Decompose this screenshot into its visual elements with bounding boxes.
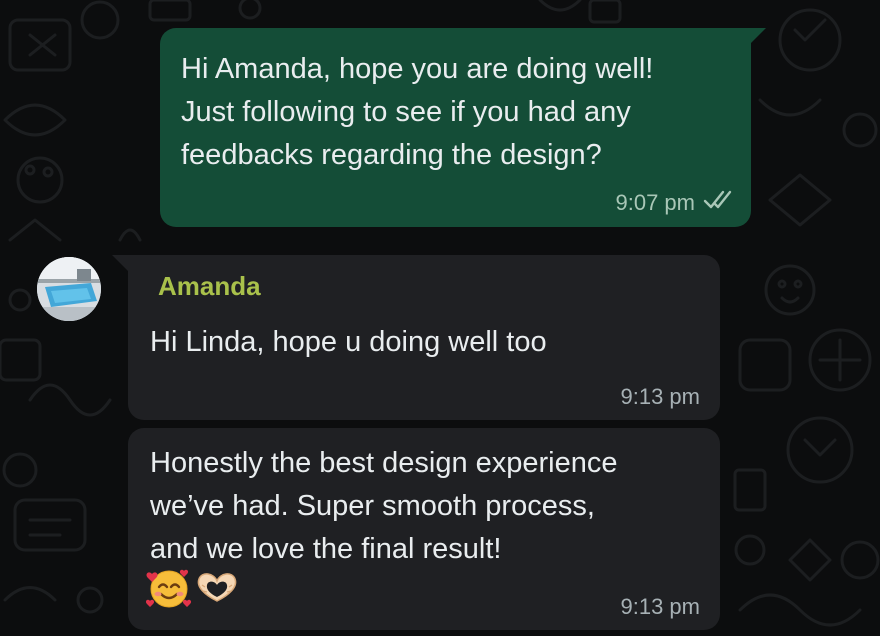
outgoing-message-bubble[interactable]: Hi Amanda, hope you are doing well! Just… (160, 28, 751, 227)
outgoing-bubble-tail (750, 28, 766, 44)
incoming-message-bubble[interactable]: Amanda Hi Linda, hope u doing well too 9… (128, 255, 720, 420)
smiling-face-with-hearts-emoji (145, 565, 192, 616)
message-meta: 9:07 pm (616, 190, 734, 216)
incoming-bubble-tail (112, 255, 128, 271)
message-timestamp: 9:13 pm (620, 594, 701, 619)
message-text: Hi Amanda, hope you are doing well! Just… (181, 53, 654, 171)
message-meta: 9:13 pm (621, 594, 701, 620)
pool-photo-avatar-image (37, 257, 101, 321)
avatar[interactable] (37, 257, 101, 321)
sender-name[interactable]: Amanda (158, 271, 261, 302)
message-text: Honestly the best design experience we’v… (150, 447, 618, 565)
emoji-row (145, 565, 240, 616)
double-check-icon (703, 190, 733, 216)
incoming-message-bubble[interactable]: Honestly the best design experience we’v… (128, 428, 720, 630)
message-meta: 9:13 pm (621, 384, 701, 410)
message-timestamp: 9:07 pm (615, 190, 696, 215)
heart-hands-emoji (194, 565, 240, 616)
message-text: Hi Linda, hope u doing well too (150, 326, 547, 358)
message-timestamp: 9:13 pm (620, 384, 701, 409)
